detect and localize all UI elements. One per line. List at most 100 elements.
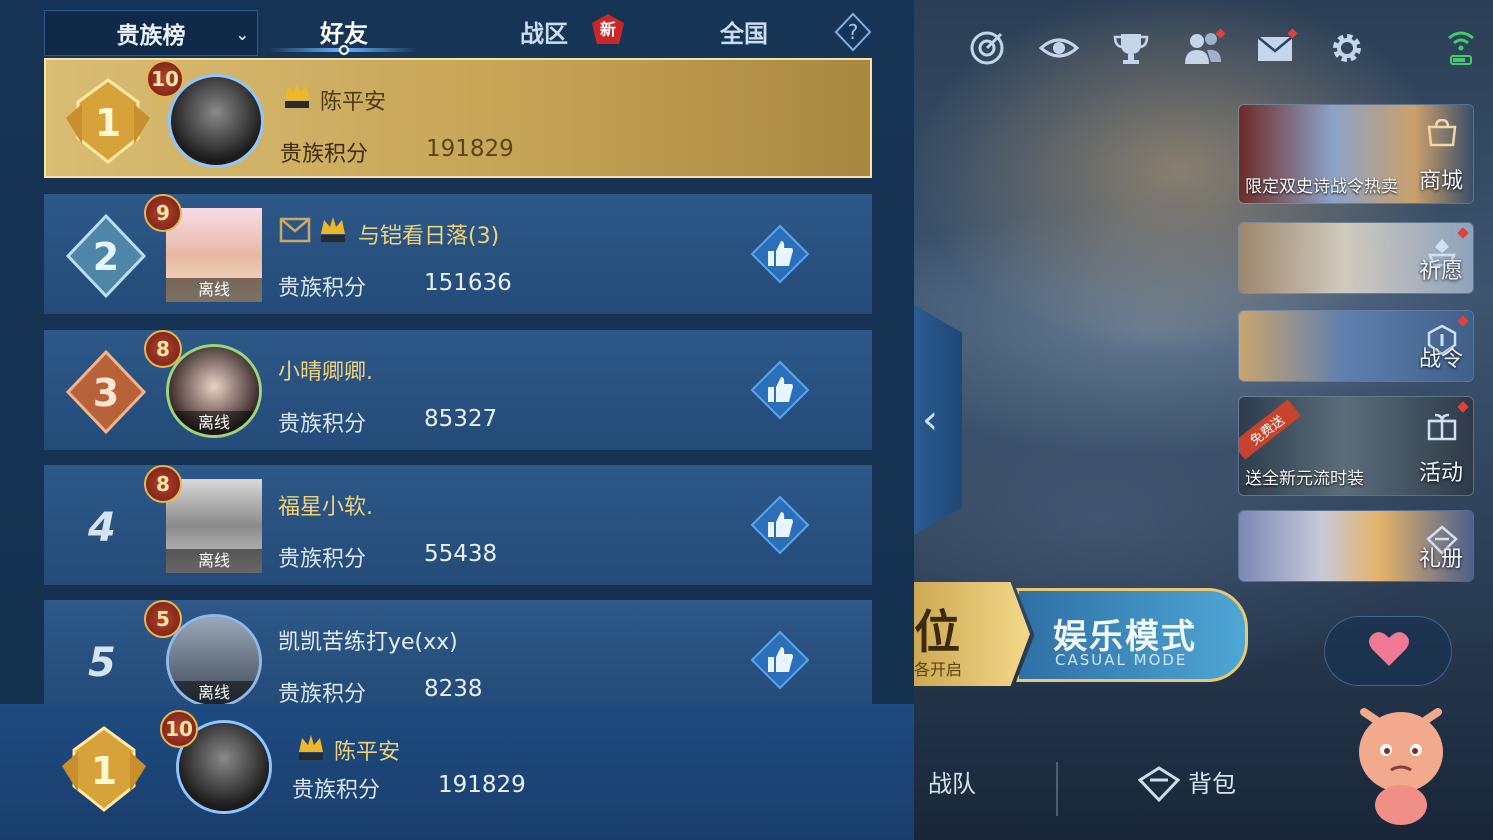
score-label: 贵族积分 [278,276,367,301]
thumbs-up-like-icon[interactable] [750,495,810,555]
ranking-panel: 贵族榜 ⌄ 好友 战区 新 全国 ? 1 10 陈平安 贵族积分 191829 … [0,0,914,840]
score-value: 8238 [424,676,483,702]
tab-friends[interactable]: 好友 [320,14,368,49]
mail-icon[interactable] [1248,24,1302,72]
svip-crown-icon [299,735,323,760]
side-card-shop[interactable]: 限定双史诗战令热卖 商城 [1238,104,1474,204]
avatar[interactable]: 离线 [166,208,262,302]
vip-level-badge: 5 [144,600,182,638]
settings-gear-icon[interactable] [1320,24,1374,72]
svg-text:3: 3 [93,371,119,415]
side-card-activity[interactable]: 免费送 送全新元流时装 活动 [1238,396,1474,496]
activity-gift-icon [1427,413,1457,441]
ranking-tabbar: 贵族榜 ⌄ 好友 战区 新 全国 ? [0,0,914,60]
offline-tag: 离线 [166,549,262,573]
casual-mode-button[interactable]: 娱乐模式 CASUAL MODE [1016,588,1248,682]
tab-warzone[interactable]: 战区 [520,14,568,49]
vip-level-badge: 10 [160,710,198,748]
score-value: 85327 [424,406,498,432]
offline-tag: 离线 [169,681,259,705]
svg-text:2: 2 [93,235,119,279]
side-card-battlepass[interactable]: 战令 [1238,310,1474,382]
svg-text:1: 1 [95,101,121,145]
target-icon[interactable] [960,24,1014,72]
ranking-row-5[interactable]: 5 离线 5 凯凯苦练打ye(xx) 贵族积分 8238 [44,600,872,708]
trophy-icon[interactable] [1104,24,1158,72]
ranking-row-4[interactable]: 4 离线 8 福星小软. 贵族积分 55438 [44,465,872,585]
avatar[interactable] [168,74,264,168]
svg-text:1: 1 [91,749,117,793]
rank-number: 4 [88,505,116,551]
bag-button[interactable]: 背包 [1188,764,1236,799]
ranked-mode-sub: 各开启 [914,660,963,679]
score-label: 贵族积分 [278,547,367,572]
friends-icon[interactable] [1176,24,1230,72]
player-name: 凯凯苦练打ye(xx) [278,630,458,655]
avatar[interactable]: 离线 [166,614,262,708]
svip-crown-icon [285,83,309,108]
ranked-mode-title: 位 [914,605,960,659]
score-label: 贵族积分 [278,412,367,437]
shop-icon [1427,119,1457,147]
wifi-signal-icon [1448,31,1474,65]
activity-label: 活动 [1418,461,1463,486]
gold-rank-badge-icon: 1 [66,78,150,164]
chevron-left-icon: ‹ [922,397,938,443]
activity-promo-text: 送全新元流时装 [1245,469,1364,489]
top-toolbar [960,24,1374,72]
player-name: 小晴卿卿. [278,360,373,385]
shop-label: 商城 [1418,169,1463,194]
gold-rank-badge-icon: 1 [62,726,146,812]
thumbs-up-like-icon[interactable] [750,360,810,420]
offline-tag: 离线 [169,411,259,435]
thumbs-up-like-icon[interactable] [750,224,810,284]
ranking-row-2[interactable]: 2 离线 9 与铠看日落(3) 贵族积分 151636 [44,194,872,314]
spectate-eye-icon[interactable] [1032,24,1086,72]
my-player-name: 陈平安 [334,740,401,765]
ranked-mode-button[interactable]: 位 各开启 [900,582,1030,686]
side-card-giftbook[interactable]: 礼册 [1238,510,1474,582]
dropdown-label: 贵族榜 [116,23,186,49]
score-value: 151636 [424,270,512,296]
offline-tag: 离线 [166,278,262,302]
tab-national[interactable]: 全国 [720,14,768,49]
avatar[interactable]: 离线 [166,344,262,438]
shop-promo-text: 限定双史诗战令热卖 [1245,177,1398,197]
battlepass-label: 战令 [1418,347,1463,372]
svip-crown-icon [321,217,345,242]
bottom-bar: 战队 背包 [900,740,1493,840]
avatar[interactable]: 离线 [166,479,262,573]
vip-level-badge: 9 [144,194,182,232]
my-score-value: 191829 [438,772,526,798]
rank-number: 5 [88,640,116,686]
player-name: 陈平安 [320,90,387,115]
ranking-row-1[interactable]: 1 10 陈平安 贵族积分 191829 [44,58,872,178]
my-ranking-row: 1 10 陈平安 贵族积分 191829 [0,704,914,840]
svg-text:?: ? [848,20,859,44]
team-banner-icon [279,217,311,243]
new-badge: 新 [592,14,624,44]
vip-level-badge: 8 [144,465,182,503]
chevron-down-icon: ⌄ [235,25,249,44]
vip-level-badge: 8 [144,330,182,368]
silver-rank-badge-icon: 2 [65,213,147,299]
thumbs-up-like-icon[interactable] [750,630,810,690]
team-button[interactable]: 战队 [928,764,976,799]
ranking-type-dropdown[interactable]: 贵族榜 ⌄ [44,10,258,56]
side-card-wish[interactable]: 祈愿 [1238,222,1474,294]
giftbook-label: 礼册 [1418,547,1463,572]
collapse-panel-tab[interactable]: ‹ [914,305,962,535]
vip-level-badge: 10 [146,60,184,98]
score-label: 贵族积分 [280,142,369,167]
backpack-icon [1138,766,1180,802]
my-score-label: 贵族积分 [292,778,381,803]
player-name: 福星小软. [278,495,373,520]
score-value: 191829 [426,136,514,162]
ranking-row-3[interactable]: 3 离线 8 小晴卿卿. 贵族积分 85327 [44,330,872,450]
help-icon[interactable]: ? [834,12,872,52]
casual-mode-sub: CASUAL MODE [1055,651,1188,669]
player-name: 与铠看日落(3) [358,224,500,249]
game-screen: 限定双史诗战令热卖 商城 祈愿 战令 免费送 送全新元流时装 活动 礼册 位 各… [0,0,1493,840]
bronze-rank-badge-icon: 3 [65,349,147,435]
heart-icon[interactable] [1366,626,1412,672]
